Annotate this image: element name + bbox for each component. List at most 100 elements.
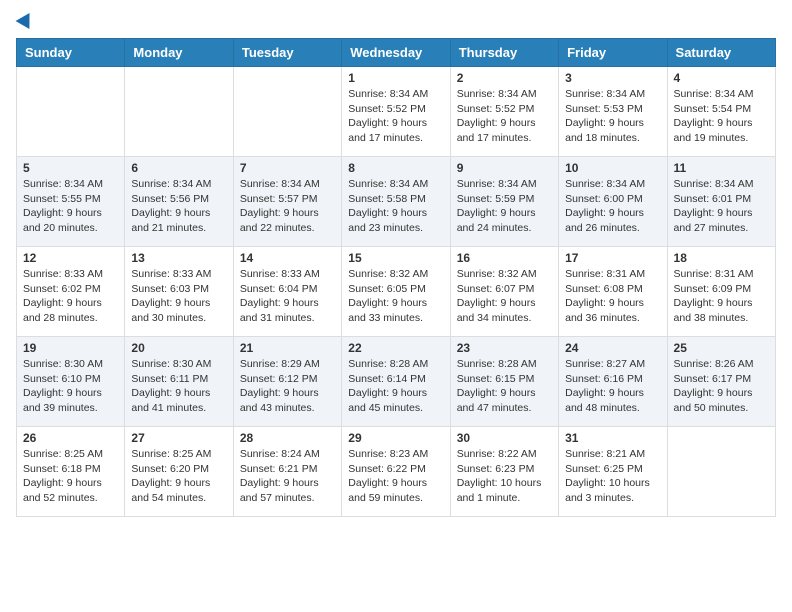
calendar-cell: 20 Sunrise: 8:30 AM Sunset: 6:11 PM Dayli…	[125, 337, 233, 427]
day-number: 7	[240, 161, 335, 175]
day-info: Sunrise: 8:34 AM Sunset: 5:57 PM Dayligh…	[240, 177, 335, 236]
day-info: Sunrise: 8:26 AM Sunset: 6:17 PM Dayligh…	[674, 357, 769, 416]
day-info: Sunrise: 8:27 AM Sunset: 6:16 PM Dayligh…	[565, 357, 660, 416]
calendar-header-row: SundayMondayTuesdayWednesdayThursdayFrid…	[17, 39, 776, 67]
calendar-header-thursday: Thursday	[450, 39, 558, 67]
calendar-cell: 6 Sunrise: 8:34 AM Sunset: 5:56 PM Daylig…	[125, 157, 233, 247]
calendar-cell: 22 Sunrise: 8:28 AM Sunset: 6:14 PM Dayli…	[342, 337, 450, 427]
calendar-cell: 8 Sunrise: 8:34 AM Sunset: 5:58 PM Daylig…	[342, 157, 450, 247]
logo-triangle-icon	[16, 9, 37, 29]
day-info: Sunrise: 8:34 AM Sunset: 6:01 PM Dayligh…	[674, 177, 769, 236]
calendar-cell: 28 Sunrise: 8:24 AM Sunset: 6:21 PM Dayli…	[233, 427, 341, 517]
day-info: Sunrise: 8:33 AM Sunset: 6:04 PM Dayligh…	[240, 267, 335, 326]
day-info: Sunrise: 8:34 AM Sunset: 5:54 PM Dayligh…	[674, 87, 769, 146]
day-info: Sunrise: 8:34 AM Sunset: 5:55 PM Dayligh…	[23, 177, 118, 236]
calendar-cell	[233, 67, 341, 157]
day-info: Sunrise: 8:24 AM Sunset: 6:21 PM Dayligh…	[240, 447, 335, 506]
day-number: 15	[348, 251, 443, 265]
day-number: 4	[674, 71, 769, 85]
day-number: 2	[457, 71, 552, 85]
day-info: Sunrise: 8:28 AM Sunset: 6:14 PM Dayligh…	[348, 357, 443, 416]
day-number: 24	[565, 341, 660, 355]
day-number: 22	[348, 341, 443, 355]
day-info: Sunrise: 8:32 AM Sunset: 6:07 PM Dayligh…	[457, 267, 552, 326]
calendar-cell: 18 Sunrise: 8:31 AM Sunset: 6:09 PM Dayli…	[667, 247, 775, 337]
calendar-week-2: 5 Sunrise: 8:34 AM Sunset: 5:55 PM Daylig…	[17, 157, 776, 247]
day-number: 23	[457, 341, 552, 355]
day-number: 18	[674, 251, 769, 265]
day-number: 21	[240, 341, 335, 355]
day-info: Sunrise: 8:34 AM Sunset: 5:52 PM Dayligh…	[457, 87, 552, 146]
day-info: Sunrise: 8:33 AM Sunset: 6:03 PM Dayligh…	[131, 267, 226, 326]
day-info: Sunrise: 8:25 AM Sunset: 6:18 PM Dayligh…	[23, 447, 118, 506]
calendar-cell: 19 Sunrise: 8:30 AM Sunset: 6:10 PM Dayli…	[17, 337, 125, 427]
day-info: Sunrise: 8:23 AM Sunset: 6:22 PM Dayligh…	[348, 447, 443, 506]
day-number: 5	[23, 161, 118, 175]
day-info: Sunrise: 8:22 AM Sunset: 6:23 PM Dayligh…	[457, 447, 552, 506]
day-info: Sunrise: 8:29 AM Sunset: 6:12 PM Dayligh…	[240, 357, 335, 416]
day-number: 25	[674, 341, 769, 355]
calendar-cell: 25 Sunrise: 8:26 AM Sunset: 6:17 PM Dayli…	[667, 337, 775, 427]
day-number: 14	[240, 251, 335, 265]
day-number: 19	[23, 341, 118, 355]
day-number: 11	[674, 161, 769, 175]
calendar-cell: 27 Sunrise: 8:25 AM Sunset: 6:20 PM Dayli…	[125, 427, 233, 517]
calendar-week-3: 12 Sunrise: 8:33 AM Sunset: 6:02 PM Dayli…	[17, 247, 776, 337]
day-info: Sunrise: 8:21 AM Sunset: 6:25 PM Dayligh…	[565, 447, 660, 506]
day-number: 9	[457, 161, 552, 175]
calendar-cell	[17, 67, 125, 157]
calendar-cell: 9Sunrise: 8:34 AM Sunset: 5:59 PM Daylig…	[450, 157, 558, 247]
calendar-cell: 24 Sunrise: 8:27 AM Sunset: 6:16 PM Dayli…	[559, 337, 667, 427]
calendar-cell: 26 Sunrise: 8:25 AM Sunset: 6:18 PM Dayli…	[17, 427, 125, 517]
day-number: 17	[565, 251, 660, 265]
day-number: 27	[131, 431, 226, 445]
calendar-cell: 29 Sunrise: 8:23 AM Sunset: 6:22 PM Dayli…	[342, 427, 450, 517]
calendar-cell: 14 Sunrise: 8:33 AM Sunset: 6:04 PM Dayli…	[233, 247, 341, 337]
calendar-cell: 1Sunrise: 8:34 AM Sunset: 5:52 PM Daylig…	[342, 67, 450, 157]
calendar-cell: 11 Sunrise: 8:34 AM Sunset: 6:01 PM Dayli…	[667, 157, 775, 247]
calendar-cell: 2 Sunrise: 8:34 AM Sunset: 5:52 PM Daylig…	[450, 67, 558, 157]
calendar-cell: 30 Sunrise: 8:22 AM Sunset: 6:23 PM Dayli…	[450, 427, 558, 517]
day-number: 29	[348, 431, 443, 445]
calendar-cell: 31Sunrise: 8:21 AM Sunset: 6:25 PM Dayli…	[559, 427, 667, 517]
day-info: Sunrise: 8:31 AM Sunset: 6:08 PM Dayligh…	[565, 267, 660, 326]
day-number: 26	[23, 431, 118, 445]
day-number: 20	[131, 341, 226, 355]
day-info: Sunrise: 8:34 AM Sunset: 5:52 PM Dayligh…	[348, 87, 443, 146]
day-info: Sunrise: 8:28 AM Sunset: 6:15 PM Dayligh…	[457, 357, 552, 416]
day-number: 12	[23, 251, 118, 265]
calendar-cell: 5 Sunrise: 8:34 AM Sunset: 5:55 PM Daylig…	[17, 157, 125, 247]
day-number: 30	[457, 431, 552, 445]
calendar-cell: 23 Sunrise: 8:28 AM Sunset: 6:15 PM Dayli…	[450, 337, 558, 427]
day-info: Sunrise: 8:25 AM Sunset: 6:20 PM Dayligh…	[131, 447, 226, 506]
calendar-header-wednesday: Wednesday	[342, 39, 450, 67]
day-info: Sunrise: 8:34 AM Sunset: 5:58 PM Dayligh…	[348, 177, 443, 236]
calendar-cell: 7 Sunrise: 8:34 AM Sunset: 5:57 PM Daylig…	[233, 157, 341, 247]
day-info: Sunrise: 8:34 AM Sunset: 5:53 PM Dayligh…	[565, 87, 660, 146]
day-info: Sunrise: 8:30 AM Sunset: 6:10 PM Dayligh…	[23, 357, 118, 416]
day-number: 8	[348, 161, 443, 175]
calendar-cell: 4 Sunrise: 8:34 AM Sunset: 5:54 PM Daylig…	[667, 67, 775, 157]
day-info: Sunrise: 8:31 AM Sunset: 6:09 PM Dayligh…	[674, 267, 769, 326]
calendar-week-1: 1Sunrise: 8:34 AM Sunset: 5:52 PM Daylig…	[17, 67, 776, 157]
calendar-cell: 10Sunrise: 8:34 AM Sunset: 6:00 PM Dayli…	[559, 157, 667, 247]
day-info: Sunrise: 8:30 AM Sunset: 6:11 PM Dayligh…	[131, 357, 226, 416]
calendar-cell: 16Sunrise: 8:32 AM Sunset: 6:07 PM Dayli…	[450, 247, 558, 337]
calendar-cell: 17 Sunrise: 8:31 AM Sunset: 6:08 PM Dayli…	[559, 247, 667, 337]
day-info: Sunrise: 8:32 AM Sunset: 6:05 PM Dayligh…	[348, 267, 443, 326]
day-info: Sunrise: 8:34 AM Sunset: 5:56 PM Dayligh…	[131, 177, 226, 236]
page-header	[16, 16, 776, 26]
calendar-table: SundayMondayTuesdayWednesdayThursdayFrid…	[16, 38, 776, 517]
day-number: 10	[565, 161, 660, 175]
day-number: 6	[131, 161, 226, 175]
day-info: Sunrise: 8:33 AM Sunset: 6:02 PM Dayligh…	[23, 267, 118, 326]
calendar-cell: 15 Sunrise: 8:32 AM Sunset: 6:05 PM Dayli…	[342, 247, 450, 337]
calendar-cell: 3Sunrise: 8:34 AM Sunset: 5:53 PM Daylig…	[559, 67, 667, 157]
day-number: 28	[240, 431, 335, 445]
calendar-header-saturday: Saturday	[667, 39, 775, 67]
calendar-week-4: 19 Sunrise: 8:30 AM Sunset: 6:10 PM Dayli…	[17, 337, 776, 427]
calendar-cell: 12 Sunrise: 8:33 AM Sunset: 6:02 PM Dayli…	[17, 247, 125, 337]
calendar-cell: 13 Sunrise: 8:33 AM Sunset: 6:03 PM Dayli…	[125, 247, 233, 337]
day-number: 13	[131, 251, 226, 265]
calendar-cell: 21 Sunrise: 8:29 AM Sunset: 6:12 PM Dayli…	[233, 337, 341, 427]
